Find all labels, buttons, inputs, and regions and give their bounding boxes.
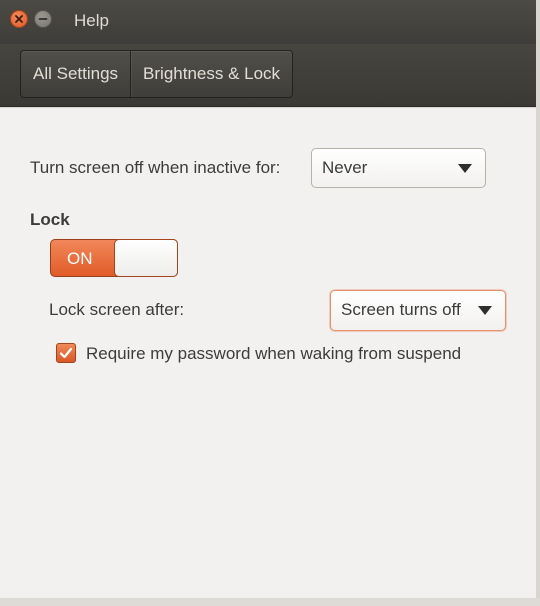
lock-section-title: Lock: [30, 210, 70, 229]
lock-after-value: Screen turns off: [341, 300, 461, 319]
close-icon: [15, 15, 23, 23]
window-border: [536, 0, 540, 606]
all-settings-button[interactable]: All Settings: [21, 51, 130, 97]
lock-toggle-label: ON: [67, 249, 93, 268]
lock-after-dropdown[interactable]: Screen turns off: [330, 290, 506, 331]
triangle-down-icon: [458, 164, 472, 173]
lock-toggle[interactable]: ON: [50, 239, 178, 277]
window-title: Help: [74, 11, 109, 30]
minimize-button[interactable]: [34, 10, 52, 28]
lock-toggle-knob[interactable]: [114, 239, 178, 277]
title-bar: Help: [0, 0, 540, 44]
lock-after-label: Lock screen after:: [49, 300, 185, 319]
window-bottom-border: [0, 598, 540, 606]
screen-off-dropdown[interactable]: Never: [311, 148, 486, 188]
require-password-checkbox[interactable]: [56, 343, 76, 363]
require-password-label[interactable]: Require my password when waking from sus…: [86, 344, 461, 364]
check-icon: [59, 347, 73, 359]
toolbar: All Settings Brightness & Lock: [0, 44, 540, 107]
close-button[interactable]: [10, 10, 28, 28]
breadcrumb: All Settings Brightness & Lock: [20, 50, 294, 98]
settings-window: Help All Settings Brightness & Lock Turn…: [0, 0, 540, 606]
screen-off-label: Turn screen off when inactive for:: [30, 158, 281, 177]
brightness-lock-crumb[interactable]: Brightness & Lock: [130, 51, 292, 97]
minimize-icon: [38, 18, 48, 20]
triangle-down-icon: [478, 306, 492, 315]
screen-off-value: Never: [322, 158, 368, 177]
